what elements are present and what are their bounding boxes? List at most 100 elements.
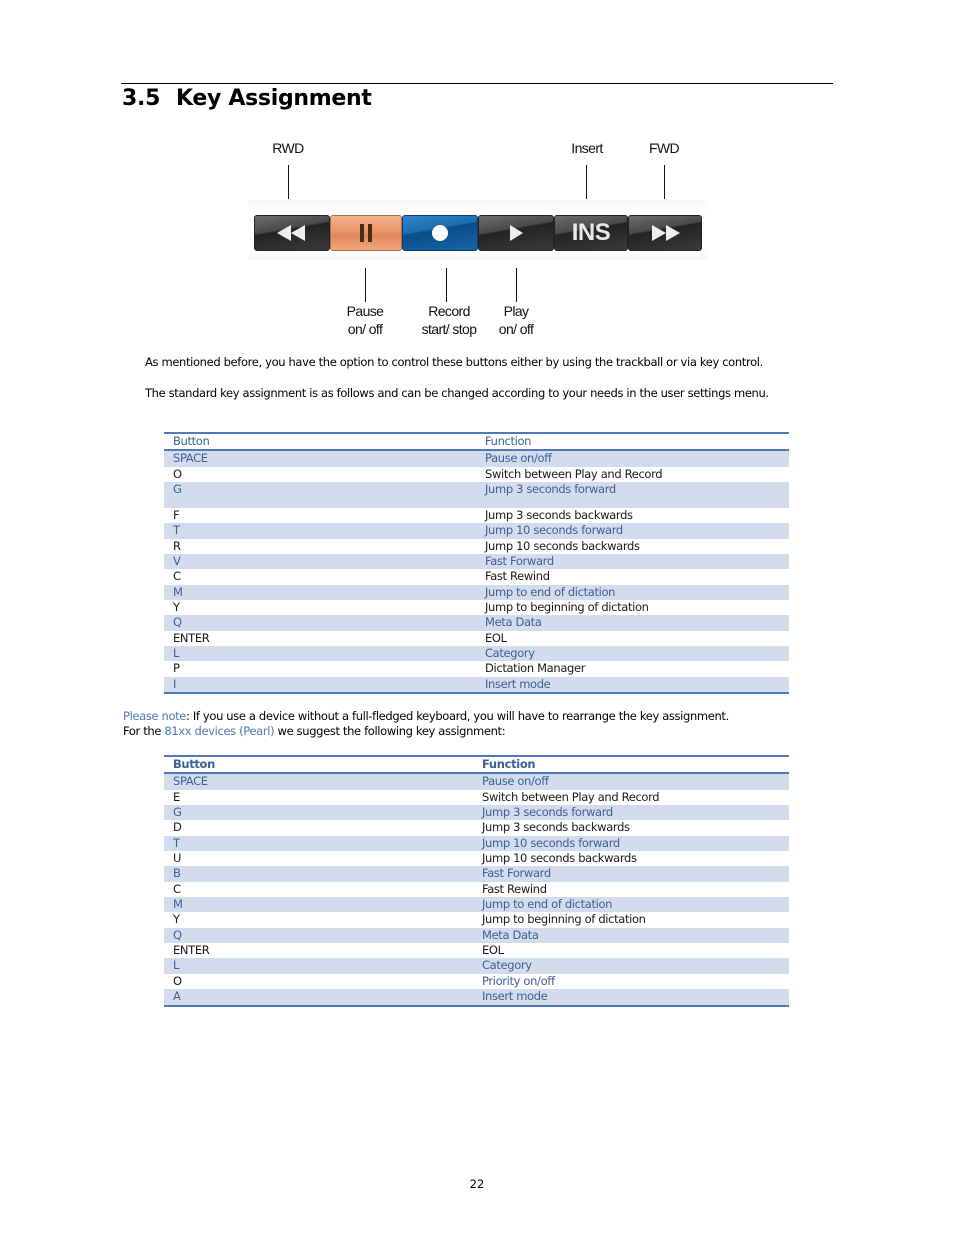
table-row: V Fast Forward	[164, 554, 789, 570]
cell-button: T	[173, 523, 180, 538]
intro-paragraph: As mentioned before, you have the option…	[145, 355, 763, 369]
cell-function: Meta Data	[485, 615, 542, 630]
table-row: I Insert mode	[164, 676, 789, 693]
cell-button: ENTER	[173, 943, 210, 958]
callout-play: Play on/ off	[491, 302, 541, 338]
fast-forward-icon	[648, 224, 682, 242]
table-row: C Fast Rewind	[164, 569, 789, 584]
cell-button: M	[173, 584, 183, 599]
leader-line-insert	[586, 165, 587, 199]
cell-function: Jump to beginning of dictation	[482, 912, 646, 927]
cell-function: EOL	[482, 943, 504, 958]
cell-function: Jump 10 seconds backwards	[482, 851, 637, 866]
page-number: 22	[469, 1177, 485, 1191]
cell-function: Category	[485, 646, 535, 661]
cell-function: Pause on/off	[482, 774, 549, 789]
cell-function: Switch between Play and Record	[482, 789, 660, 804]
section-heading: 3.5 Key Assignment	[122, 84, 372, 114]
cell-button: G	[173, 805, 182, 820]
table-row: U Jump 10 seconds backwards	[164, 851, 789, 866]
insert-icon: INS	[571, 219, 611, 246]
leader-line-pause	[365, 268, 366, 302]
cell-button: M	[173, 897, 183, 912]
table-row: T Jump 10 seconds forward	[164, 835, 789, 852]
table-header-row: Button Function	[164, 757, 789, 775]
insert-button[interactable]: INS	[554, 215, 628, 251]
table-row: E Switch between Play and Record	[164, 790, 789, 805]
fwd-button[interactable]	[628, 215, 702, 251]
cell-function: Jump to end of dictation	[485, 584, 616, 599]
callout-record-line1: Record	[428, 303, 470, 319]
play-button[interactable]	[478, 215, 554, 251]
table-row: L Category	[164, 958, 789, 974]
header-function: Function	[482, 757, 536, 771]
pause-icon	[356, 223, 376, 243]
cell-button: B	[173, 866, 181, 881]
cell-function: Jump 10 seconds forward	[485, 523, 623, 538]
table-row: ENTER EOL	[164, 631, 789, 646]
cell-button: Y	[173, 912, 180, 927]
callout-record-line2: start/ stop	[421, 321, 477, 337]
cell-function: Jump to end of dictation	[482, 897, 613, 912]
record-icon	[430, 223, 450, 243]
standard-assignment-paragraph: The standard key assignment is as follow…	[145, 386, 769, 400]
cell-button: L	[173, 646, 180, 661]
cell-function: EOL	[485, 630, 507, 645]
cell-button: D	[173, 820, 182, 835]
cell-button: O	[173, 973, 182, 988]
table-body: SPACE Pause on/off O Switch between Play an…	[164, 451, 789, 693]
table-row: O Priority on/off	[164, 974, 789, 989]
callout-rwd: RWD	[272, 140, 304, 156]
cell-button: E	[173, 789, 180, 804]
cell-button: R	[173, 538, 181, 553]
cell-button: SPACE	[173, 774, 208, 789]
table-row: R Jump 10 seconds backwards	[164, 539, 789, 554]
cell-function: Fast Forward	[482, 866, 551, 881]
cell-button: Q	[173, 615, 182, 630]
table-row: M Jump to end of dictation	[164, 584, 789, 601]
leader-line-play	[516, 268, 517, 302]
standard-key-table: Button Function SPACE Pause on/off O Switch…	[164, 432, 789, 695]
play-icon	[507, 224, 525, 242]
table-row: T Jump 10 seconds forward	[164, 523, 789, 539]
cell-function: Insert mode	[482, 989, 548, 1004]
pearl-devices-link[interactable]: 81xx devices (Pearl)	[164, 724, 274, 738]
pause-button[interactable]	[330, 215, 402, 251]
cell-button: U	[173, 851, 182, 866]
cell-button: I	[173, 676, 177, 691]
header-button: Button	[173, 434, 210, 448]
table-row: G Jump 3 seconds forward	[164, 482, 789, 509]
table-row: B Fast Forward	[164, 866, 789, 882]
cell-function: Jump to beginning of dictation	[485, 600, 649, 615]
cell-button: Y	[173, 600, 180, 615]
rwd-button[interactable]	[254, 215, 330, 251]
table-row: G Jump 3 seconds forward	[164, 805, 789, 821]
cell-function: Jump 3 seconds forward	[482, 805, 613, 820]
table-row: SPACE Pause on/off	[164, 451, 789, 467]
record-button[interactable]	[402, 215, 478, 251]
table-row: P Dictation Manager	[164, 661, 789, 676]
note-line2-prefix: For the	[123, 724, 165, 738]
section-title: Key Assignment	[176, 86, 372, 111]
callout-insert: Insert	[571, 140, 603, 156]
table-row: L Category	[164, 646, 789, 662]
pearl-key-table: Button Function SPACE Pause on/off E Switch…	[164, 755, 789, 1007]
note-line2-suffix: we suggest the following key assignment:	[274, 724, 506, 738]
table-row: D Jump 3 seconds backwards	[164, 820, 789, 835]
header-function: Function	[485, 434, 532, 448]
header-button: Button	[173, 757, 215, 771]
callout-play-line2: on/ off	[498, 321, 534, 337]
table-header-row: Button Function	[164, 434, 789, 452]
please-note-label: Please note	[123, 709, 187, 723]
cell-button: SPACE	[173, 451, 208, 466]
callout-pause: Pause on/ off	[335, 302, 395, 338]
cell-function: Jump 10 seconds backwards	[485, 538, 640, 553]
cell-function: Meta Data	[482, 927, 539, 942]
table-row: M Jump to end of dictation	[164, 897, 789, 913]
table-row: ENTER EOL	[164, 943, 789, 958]
cell-button: V	[173, 554, 181, 569]
cell-button: L	[173, 958, 180, 973]
cell-function: Jump 3 seconds forward	[485, 482, 616, 497]
cell-function: Category	[482, 958, 532, 973]
cell-function: Fast Forward	[485, 554, 554, 569]
